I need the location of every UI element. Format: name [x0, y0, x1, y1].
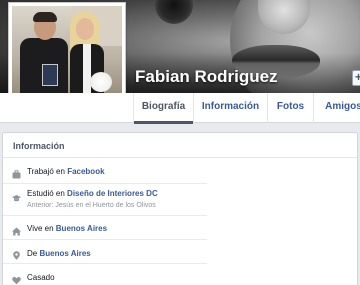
from-link[interactable]: Buenos Aires — [39, 249, 90, 258]
work-link[interactable]: Facebook — [67, 167, 104, 176]
info-panel-title[interactable]: Información — [13, 141, 65, 151]
tab-amigos[interactable]: Amigos — [313, 93, 360, 123]
education-link[interactable]: Diseño de Interiores DC — [67, 189, 158, 198]
work-text: Trabajó en Facebook — [27, 167, 105, 176]
heart-icon — [12, 272, 21, 285]
photo-man-hair — [33, 12, 57, 22]
photo-woman-head — [76, 18, 94, 40]
tab-biografia[interactable]: Biografía — [133, 93, 193, 124]
photo-bouquet — [90, 72, 112, 92]
photo-frame-object — [42, 64, 58, 86]
profile-name[interactable]: Fabian Rodriguez — [135, 67, 278, 87]
briefcase-icon — [12, 166, 21, 179]
from-prefix: De — [27, 249, 38, 258]
cover-eye — [155, 0, 193, 24]
lives-in-text: Vive en Buenos Aires — [27, 224, 107, 233]
info-row-work: Trabajó en Facebook — [3, 158, 207, 184]
lives-in-prefix: Vive en — [27, 224, 54, 233]
info-row-lives-in: Vive en Buenos Aires — [3, 216, 207, 240]
graduation-icon — [12, 190, 21, 202]
relationship-status: Casado — [27, 273, 55, 282]
info-row-education: Estudió en Diseño de Interiores DC Anter… — [3, 184, 207, 216]
info-row-from: De Buenos Aires — [3, 240, 207, 264]
location-pin-icon — [12, 247, 21, 260]
tab-informacion[interactable]: Información — [193, 93, 267, 123]
tab-fotos[interactable]: Fotos — [267, 93, 313, 123]
info-row-relationship: Casado — [3, 264, 207, 285]
education-text: Estudió en Diseño de Interiores DC — [27, 189, 158, 198]
work-prefix: Trabajó en — [27, 167, 65, 176]
add-friend-button[interactable]: + — [352, 70, 360, 86]
lives-in-link[interactable]: Buenos Aires — [56, 224, 107, 233]
from-text: De Buenos Aires — [27, 249, 91, 258]
info-panel: Información Trabajó en Facebook Estudió … — [2, 132, 358, 285]
home-icon — [12, 223, 21, 236]
education-prefix: Estudió en — [27, 189, 65, 198]
profile-tabs: Biografía Información Fotos Amigos — [0, 93, 360, 124]
education-previous: Anterior: Jesús en el Huerto de los Oliv… — [27, 202, 156, 209]
